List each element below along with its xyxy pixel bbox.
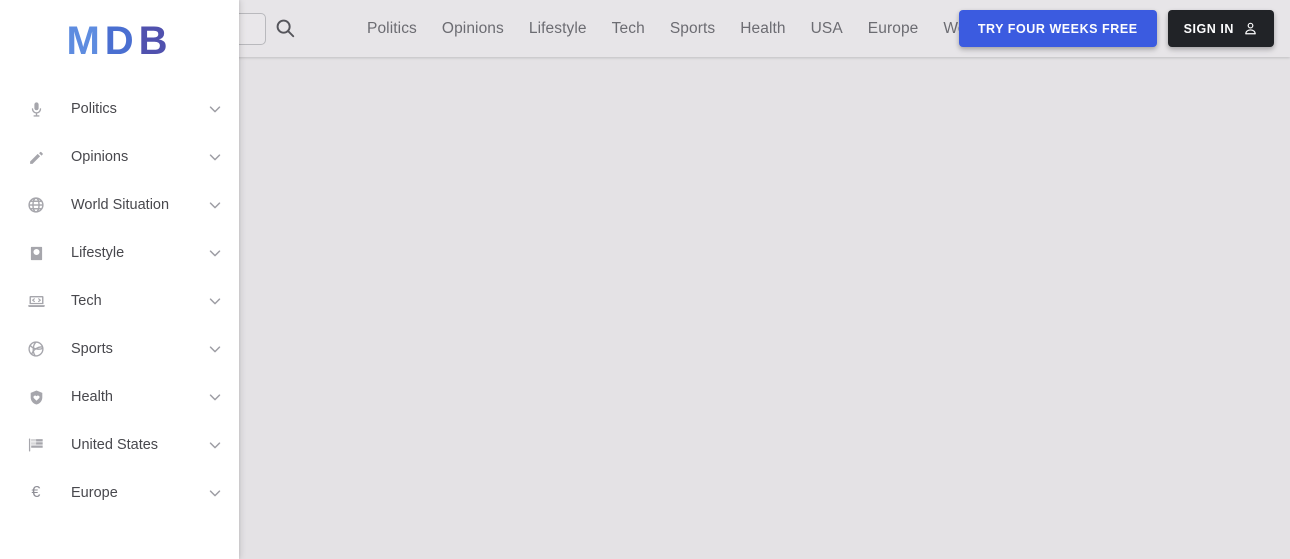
sidebar-menu: Politics Opinions World Situation Lifest… — [0, 85, 239, 517]
sign-in-button[interactable]: SIGN IN — [1167, 10, 1274, 47]
main-content-area — [239, 57, 1290, 559]
brand-letter-d: D — [104, 19, 139, 63]
sidebar-item-lifestyle[interactable]: Lifestyle — [0, 229, 239, 277]
user-icon — [1243, 21, 1258, 36]
globe-icon — [25, 194, 47, 216]
sidebar-item-united-states[interactable]: United States — [0, 421, 239, 469]
flag-icon — [25, 434, 47, 456]
brand-letter-b: B — [138, 19, 173, 63]
chevron-down-icon[interactable] — [206, 388, 224, 406]
header-nav-link-tech[interactable]: Tech — [612, 20, 645, 38]
header-nav-link-europe[interactable]: Europe — [868, 20, 919, 38]
app-root: Politics Opinions Lifestyle Tech Sports … — [0, 0, 1290, 559]
euro-icon: € — [31, 484, 41, 501]
sidebar-item-label: United States — [71, 437, 159, 453]
sidebar-item-label: Opinions — [71, 149, 129, 165]
sidebar-item-health[interactable]: Health — [0, 373, 239, 421]
sidebar-item-label: Europe — [71, 485, 118, 501]
header-actions: TRY FOUR WEEKS FREE SIGN IN — [958, 0, 1274, 57]
header-nav-link-usa[interactable]: USA — [811, 20, 843, 38]
header-nav-link-health[interactable]: Health — [740, 20, 785, 38]
chevron-down-icon[interactable] — [206, 292, 224, 310]
sidebar-item-tech[interactable]: Tech — [0, 277, 239, 325]
passport-icon — [25, 242, 47, 264]
sidebar-item-sports[interactable]: Sports — [0, 325, 239, 373]
header-nav: Politics Opinions Lifestyle Tech Sports … — [367, 0, 984, 57]
shield-heart-icon — [25, 386, 47, 408]
sidebar-item-opinions[interactable]: Opinions — [0, 133, 239, 181]
header-nav-link-opinions[interactable]: Opinions — [442, 20, 504, 38]
sidebar-item-label: Politics — [71, 101, 117, 117]
laptop-code-icon — [25, 290, 47, 312]
sidebar-item-label: Tech — [71, 293, 102, 309]
chevron-down-icon[interactable] — [206, 340, 224, 358]
sidebar-item-label: World Situation — [71, 197, 170, 213]
header-nav-link-politics[interactable]: Politics — [367, 20, 417, 38]
try-four-weeks-free-button[interactable]: TRY FOUR WEEKS FREE — [958, 10, 1157, 47]
pencil-icon — [25, 146, 47, 168]
volleyball-icon — [25, 338, 47, 360]
sidebar-item-label: Sports — [71, 341, 113, 357]
sidebar-item-politics[interactable]: Politics — [0, 85, 239, 133]
brand-logo[interactable]: MDB — [0, 18, 239, 64]
sidebar-item-world-situation[interactable]: World Situation — [0, 181, 239, 229]
chevron-down-icon[interactable] — [206, 244, 224, 262]
brand-letter-m: M — [66, 19, 105, 63]
chevron-down-icon[interactable] — [206, 100, 224, 118]
sidebar: MDB Politics Opinions World Situation Li… — [0, 0, 239, 559]
sidebar-item-label: Health — [71, 389, 113, 405]
sign-in-label: SIGN IN — [1183, 21, 1234, 36]
chevron-down-icon[interactable] — [206, 436, 224, 454]
header-nav-link-lifestyle[interactable]: Lifestyle — [529, 20, 587, 38]
sidebar-item-europe[interactable]: € Europe — [0, 469, 239, 517]
chevron-down-icon[interactable] — [206, 148, 224, 166]
chevron-down-icon[interactable] — [206, 196, 224, 214]
header-nav-link-sports[interactable]: Sports — [670, 20, 715, 38]
search-icon[interactable] — [274, 17, 296, 39]
sidebar-item-label: Lifestyle — [71, 245, 125, 261]
microphone-icon — [25, 98, 47, 120]
chevron-down-icon[interactable] — [206, 484, 224, 502]
